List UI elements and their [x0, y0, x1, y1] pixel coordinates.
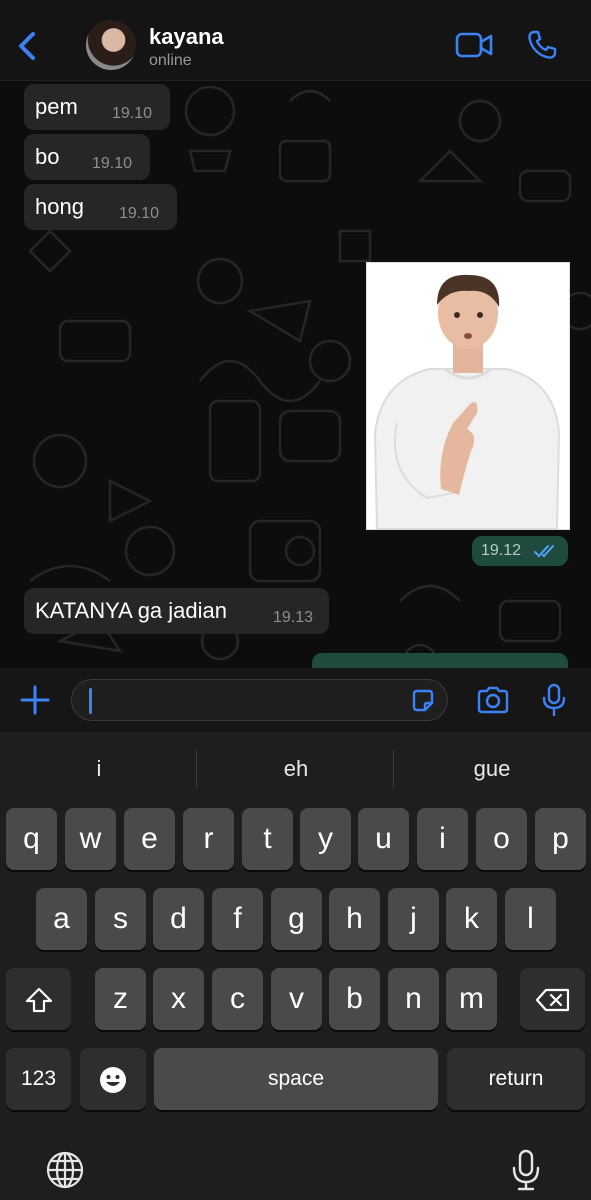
suggestion-1[interactable]: i: [9, 756, 189, 782]
message-input[interactable]: [71, 679, 448, 721]
contact-name[interactable]: kayana: [149, 24, 224, 50]
numbers-key[interactable]: 123: [6, 1048, 71, 1110]
message-time: 19.12: [481, 542, 522, 559]
text-caret: [89, 688, 92, 714]
key-b[interactable]: b: [329, 968, 380, 1030]
key-f[interactable]: f: [212, 888, 263, 950]
key-d[interactable]: d: [153, 888, 204, 950]
shift-icon: [24, 982, 54, 1015]
key-g[interactable]: g: [271, 888, 322, 950]
key-e[interactable]: e: [124, 808, 175, 870]
key-a[interactable]: a: [36, 888, 87, 950]
message-time: 19.10: [112, 105, 153, 122]
message-time: 19.10: [119, 205, 160, 222]
message-text: KATANYA ga jadian: [35, 598, 227, 623]
message-bubble-outgoing-partial[interactable]: [312, 653, 568, 668]
message-bubble-incoming[interactable]: pem 19.10: [24, 84, 170, 130]
message-time: 19.13: [273, 609, 314, 626]
microphone-icon[interactable]: [541, 683, 567, 722]
emoji-icon: [98, 1062, 128, 1095]
message-bubble-incoming[interactable]: KATANYA ga jadian 19.13: [24, 588, 329, 634]
backspace-key[interactable]: [520, 968, 585, 1030]
keyboard: i eh gue q w e r t y u i o p a s d f g h…: [0, 732, 591, 1200]
key-m[interactable]: m: [446, 968, 497, 1030]
message-text: bo: [35, 144, 60, 169]
key-i[interactable]: i: [417, 808, 468, 870]
key-r[interactable]: r: [183, 808, 234, 870]
key-u[interactable]: u: [358, 808, 409, 870]
key-j[interactable]: j: [388, 888, 439, 950]
message-time: 19.10: [92, 155, 133, 172]
video-call-icon[interactable]: [455, 31, 493, 64]
avatar[interactable]: [86, 20, 136, 70]
key-o[interactable]: o: [476, 808, 527, 870]
key-n[interactable]: n: [388, 968, 439, 1030]
key-h[interactable]: h: [329, 888, 380, 950]
contact-status: online: [149, 52, 192, 69]
suggestion-divider: [393, 750, 394, 788]
dictation-icon[interactable]: [510, 1148, 542, 1197]
outgoing-message-meta: 19.12: [472, 536, 568, 566]
backspace-icon: [535, 982, 571, 1015]
return-key[interactable]: return: [447, 1048, 585, 1110]
message-list[interactable]: pem 19.10 bo 19.10 hong 19.10 19.12 KATA…: [0, 81, 591, 668]
back-chevron-icon[interactable]: [14, 26, 42, 66]
key-s[interactable]: s: [95, 888, 146, 950]
message-input-bar: [0, 668, 591, 732]
key-z[interactable]: z: [95, 968, 146, 1030]
message-text: hong: [35, 194, 84, 219]
key-x[interactable]: x: [153, 968, 204, 1030]
globe-icon[interactable]: [45, 1150, 85, 1195]
suggestion-3[interactable]: gue: [402, 756, 582, 782]
message-bubble-incoming[interactable]: hong 19.10: [24, 184, 177, 230]
message-text: pem: [35, 94, 78, 119]
key-y[interactable]: y: [300, 808, 351, 870]
key-c[interactable]: c: [212, 968, 263, 1030]
key-w[interactable]: w: [65, 808, 116, 870]
key-t[interactable]: t: [242, 808, 293, 870]
voice-call-icon[interactable]: [526, 29, 558, 66]
suggestion-2[interactable]: eh: [206, 756, 386, 782]
key-k[interactable]: k: [446, 888, 497, 950]
shift-key[interactable]: [6, 968, 71, 1030]
double-check-read-icon: [533, 543, 559, 564]
emoji-key[interactable]: [80, 1048, 146, 1110]
sticker-icon[interactable]: [410, 688, 436, 719]
space-key[interactable]: space: [154, 1048, 438, 1110]
key-q[interactable]: q: [6, 808, 57, 870]
image-message[interactable]: [366, 262, 570, 530]
chat-header: kayana online: [0, 0, 591, 81]
camera-icon[interactable]: [476, 686, 510, 719]
photo-thumbnail: [367, 263, 569, 530]
key-l[interactable]: l: [505, 888, 556, 950]
suggestion-divider: [196, 750, 197, 788]
message-bubble-incoming[interactable]: bo 19.10: [24, 134, 150, 180]
key-p[interactable]: p: [535, 808, 586, 870]
plus-icon[interactable]: [20, 685, 50, 720]
key-v[interactable]: v: [271, 968, 322, 1030]
